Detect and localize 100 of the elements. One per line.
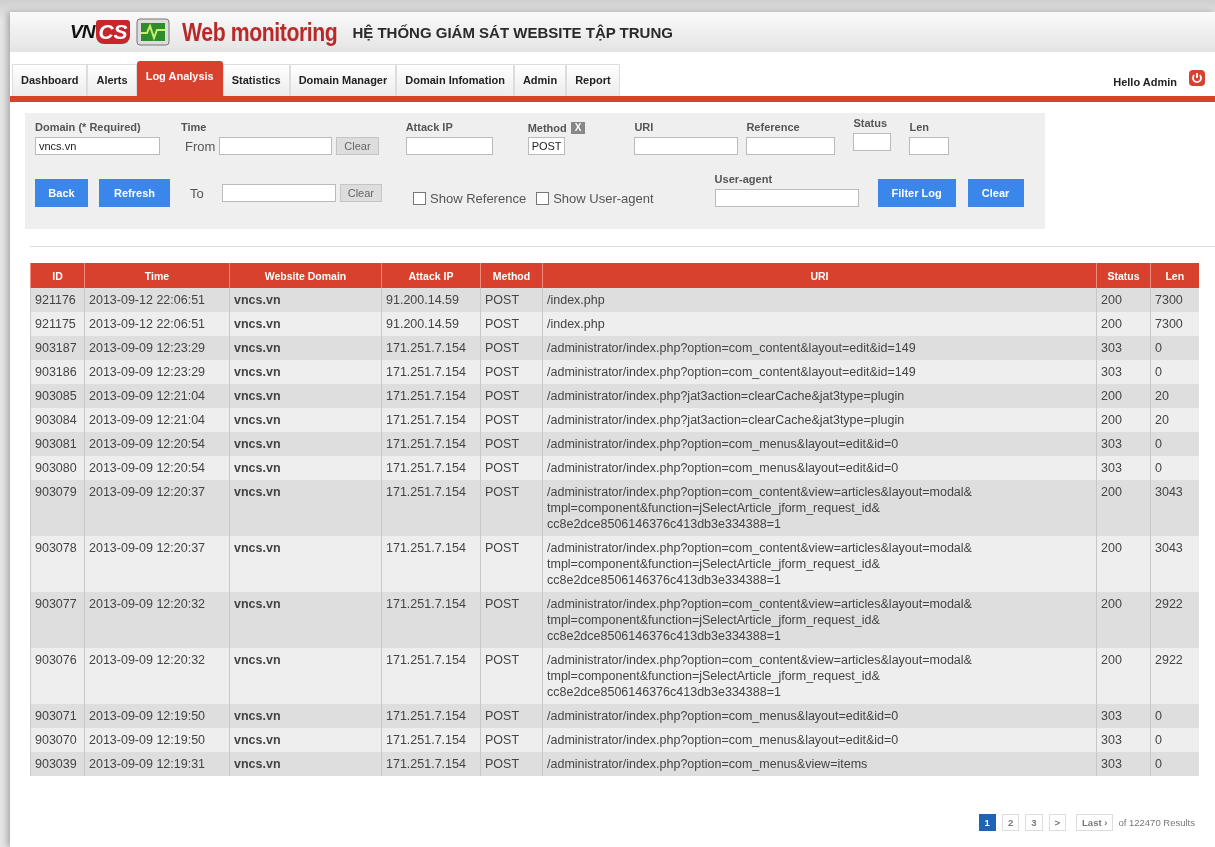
ip-cell: 171.251.7.154 bbox=[381, 384, 481, 408]
uri-cell: /administrator/index.php?option=com_menus&layout=edit&id=0 bbox=[542, 728, 1097, 752]
uri-cell: /administrator/index.php?option=com_content&view=articles&layout=modal& tmpl=component&function=jSelectArticle_jform_request_id& cc8e2dce8506146376c413db3e334388=1 bbox=[542, 480, 1097, 536]
status-field[interactable] bbox=[853, 133, 892, 151]
tab[interactable]: Statistics bbox=[222, 64, 290, 96]
id-cell: 903084 bbox=[30, 408, 85, 432]
ip-cell: 171.251.7.154 bbox=[381, 456, 481, 480]
id-cell: 903070 bbox=[30, 728, 85, 752]
column-header: URI bbox=[542, 263, 1097, 288]
uri-cell: /administrator/index.php?option=com_menus&layout=edit&id=0 bbox=[542, 704, 1097, 728]
last-button[interactable]: Last › bbox=[1076, 814, 1114, 831]
uri-cell: /administrator/index.php?option=com_content&view=articles&layout=modal& tmpl=component&function=jSelectArticle_jform_request_id& cc8e2dce8506146376c413db3e334388=1 bbox=[542, 592, 1097, 648]
uri-cell: /administrator/index.php?option=com_menus&layout=edit&id=0 bbox=[542, 456, 1097, 480]
uri-cell: /index.php bbox=[542, 312, 1097, 336]
id-cell: 903078 bbox=[30, 536, 85, 592]
to-label: To bbox=[190, 185, 204, 201]
clear-button[interactable]: Clear bbox=[336, 137, 379, 155]
id-cell: 903039 bbox=[30, 752, 85, 776]
ip-cell: 171.251.7.154 bbox=[381, 408, 481, 432]
page-button[interactable]: 1 bbox=[978, 814, 996, 831]
method-cell: POST bbox=[480, 480, 543, 536]
date-field[interactable] bbox=[221, 184, 336, 202]
id-cell: 903077 bbox=[30, 592, 85, 648]
page-button[interactable]: 2 bbox=[1001, 814, 1020, 831]
status-cell: 303 bbox=[1096, 752, 1151, 776]
status-cell: 200 bbox=[1096, 312, 1151, 336]
field-label: Domain (* Required) bbox=[35, 121, 142, 135]
domain-field[interactable]: vncs.vn bbox=[35, 137, 160, 155]
tab[interactable]: Dashboard bbox=[12, 64, 88, 96]
column-header: Status bbox=[1096, 263, 1151, 288]
domain-cell: vncs.vn bbox=[229, 456, 382, 480]
domain-cell: vncs.vn bbox=[229, 648, 382, 704]
id-cell: 903081 bbox=[30, 432, 85, 456]
column-header: Len bbox=[1150, 263, 1199, 288]
domain-cell: vncs.vn bbox=[229, 360, 382, 384]
uri-cell: /administrator/index.php?option=com_content&view=articles&layout=modal& tmpl=component&function=jSelectArticle_jform_request_id& cc8e2dce8506146376c413db3e334388=1 bbox=[542, 536, 1097, 592]
page-button[interactable]: 3 bbox=[1025, 814, 1043, 831]
tab[interactable]: Domain Infomation bbox=[396, 64, 514, 96]
time-cell: 2013-09-09 12:20:54 bbox=[84, 432, 230, 456]
clear-button[interactable]: Clear bbox=[967, 179, 1024, 207]
length-cell: 20 bbox=[1150, 384, 1199, 408]
attack-ip-field[interactable] bbox=[405, 137, 493, 155]
clear-button[interactable]: Clear bbox=[339, 184, 383, 202]
uri-cell: /administrator/index.php?option=com_content&layout=edit&id=149 bbox=[542, 336, 1097, 360]
date-field[interactable] bbox=[219, 137, 333, 155]
checkbox[interactable] bbox=[413, 191, 427, 205]
len-field[interactable] bbox=[909, 137, 950, 155]
length-cell: 7300 bbox=[1150, 288, 1199, 312]
domain-cell: vncs.vn bbox=[229, 728, 382, 752]
domain-cell: vncs.vn bbox=[229, 480, 382, 536]
clear-button[interactable]: X bbox=[570, 122, 586, 134]
time-cell: 2013-09-12 22:06:51 bbox=[84, 288, 230, 312]
tab[interactable]: Admin bbox=[513, 64, 567, 96]
reference-field[interactable] bbox=[746, 137, 836, 155]
tab[interactable]: Domain Manager bbox=[289, 64, 397, 96]
method-field[interactable]: POST bbox=[527, 137, 565, 155]
uri-field[interactable] bbox=[634, 137, 739, 155]
status-cell: 303 bbox=[1096, 432, 1151, 456]
status-cell: 303 bbox=[1096, 360, 1151, 384]
user-agent-field[interactable] bbox=[714, 189, 859, 207]
ip-cell: 91.200.14.59 bbox=[381, 288, 481, 312]
method-cell: POST bbox=[480, 456, 543, 480]
next-button[interactable]: > bbox=[1048, 814, 1067, 831]
uri-cell: /administrator/index.php?jat3action=clearCache&jat3type=plugin bbox=[542, 384, 1097, 408]
method-cell: POST bbox=[480, 432, 543, 456]
results-count: of 122470 Results bbox=[1118, 817, 1195, 828]
status-cell: 303 bbox=[1096, 704, 1151, 728]
time-cell: 2013-09-09 12:19:50 bbox=[84, 704, 230, 728]
filter-log-button[interactable]: Filter Log bbox=[877, 179, 956, 207]
tab[interactable]: Report bbox=[566, 64, 620, 96]
field-label: Time bbox=[181, 121, 208, 135]
status-cell: 200 bbox=[1096, 288, 1151, 312]
field-label: Reference bbox=[746, 121, 801, 135]
time-cell: 2013-09-09 12:23:29 bbox=[84, 360, 230, 384]
checkbox[interactable] bbox=[536, 191, 550, 205]
ip-cell: 91.200.14.59 bbox=[381, 312, 481, 336]
tab[interactable]: Alerts bbox=[87, 64, 137, 96]
status-cell: 200 bbox=[1096, 648, 1151, 704]
checkbox-label: Show User-agent bbox=[553, 190, 654, 206]
ip-cell: 171.251.7.154 bbox=[381, 480, 481, 536]
domain-cell: vncs.vn bbox=[229, 704, 382, 728]
ip-cell: 171.251.7.154 bbox=[381, 728, 481, 752]
time-cell: 2013-09-09 12:19:31 bbox=[84, 752, 230, 776]
back-button[interactable]: Back bbox=[35, 179, 88, 207]
length-cell: 7300 bbox=[1150, 312, 1199, 336]
uri-cell: /index.php bbox=[542, 288, 1097, 312]
length-cell: 3043 bbox=[1150, 480, 1199, 536]
length-cell: 0 bbox=[1150, 728, 1199, 752]
time-cell: 2013-09-09 12:20:37 bbox=[84, 536, 230, 592]
time-cell: 2013-09-09 12:20:54 bbox=[84, 456, 230, 480]
time-cell: 2013-09-09 12:20:32 bbox=[84, 648, 230, 704]
id-cell: 903071 bbox=[30, 704, 85, 728]
time-cell: 2013-09-12 22:06:51 bbox=[84, 312, 230, 336]
ip-cell: 171.251.7.154 bbox=[381, 704, 481, 728]
time-cell: 2013-09-09 12:21:04 bbox=[84, 384, 230, 408]
refresh-button[interactable]: Refresh bbox=[99, 179, 170, 207]
tab[interactable]: Log Analysis bbox=[136, 61, 223, 96]
checkbox-label: Show Reference bbox=[430, 190, 527, 206]
power-icon[interactable] bbox=[1189, 70, 1205, 86]
method-cell: POST bbox=[480, 312, 543, 336]
